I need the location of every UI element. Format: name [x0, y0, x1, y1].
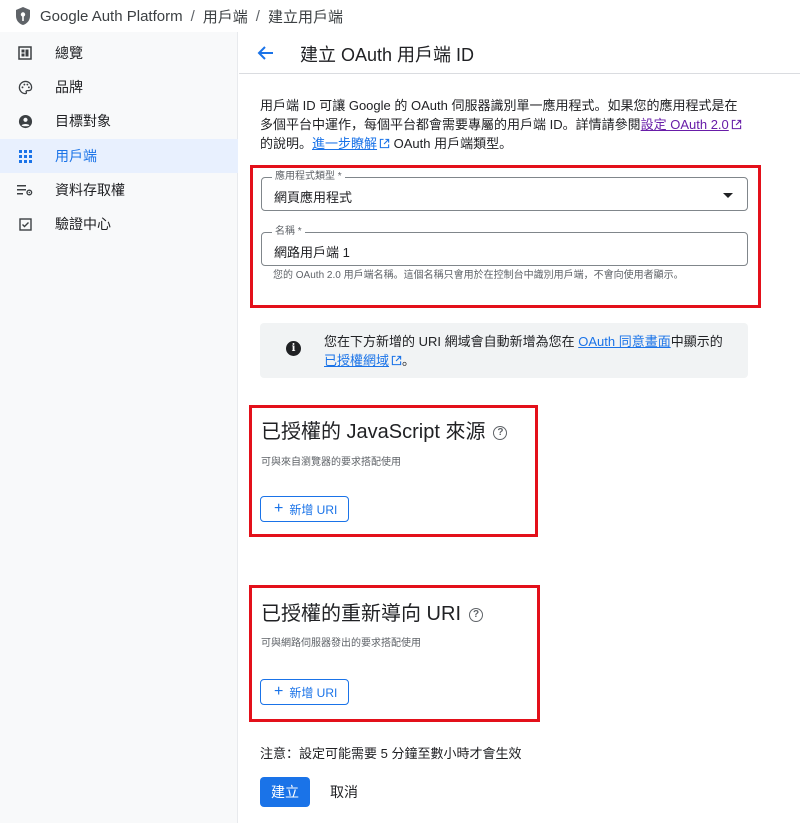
breadcrumb-platform[interactable]: Google Auth Platform: [40, 8, 183, 25]
info-text: 您在下方新增的 URI 網域會自動新增為您在 OAuth 同意畫面中顯示的已授權…: [324, 332, 734, 370]
name-label: 名稱 *: [272, 226, 305, 238]
app-type-label: 應用程式類型 *: [272, 171, 345, 183]
add-redirect-uri-button[interactable]: + 新增 URI: [260, 679, 350, 705]
js-origins-section-title: 已授權的 JavaScript 來源?: [261, 415, 508, 444]
redirect-uris-subtitle: 可與網路伺服器發出的要求搭配使用: [261, 638, 421, 649]
info-banner: i 您在下方新增的 URI 網域會自動新增為您在 OAuth 同意畫面中顯示的已…: [260, 323, 748, 378]
intro-text: 用戶端 ID 可讓 Google 的 OAuth 伺服器識別單一應用程式。如果您…: [260, 96, 750, 153]
add-js-origin-uri-button[interactable]: + 新增 URI: [260, 496, 350, 522]
propagation-note: 注意：設定可能需要 5 分鐘至數小時才會生效: [260, 746, 522, 761]
sidebar-item-data-access[interactable]: 資料存取權: [0, 173, 238, 207]
sidebar: 總覽 品牌 目標對象 用戶端 資料存取權 驗證中心: [0, 32, 238, 823]
name-input[interactable]: 名稱 * 網路用戶端 1: [261, 226, 748, 266]
settings-list-icon: [17, 182, 33, 198]
external-link-icon: [731, 119, 741, 130]
breadcrumb: Google Auth Platform / 用戶端 / 建立用戶端: [0, 0, 800, 32]
breadcrumb-create-client: 建立用戶端: [267, 8, 343, 26]
grid-icon: [17, 148, 33, 164]
js-origins-subtitle: 可與來自瀏覽器的要求搭配使用: [261, 457, 401, 468]
sidebar-item-branding[interactable]: 品牌: [0, 70, 238, 104]
app-type-select[interactable]: 應用程式類型 * 網頁應用程式: [261, 171, 748, 211]
breadcrumb-separator: /: [190, 7, 195, 25]
help-icon[interactable]: ?: [493, 426, 508, 440]
breadcrumb-separator: /: [255, 7, 260, 25]
info-icon: i: [286, 341, 301, 356]
sidebar-item-label: 目標對象: [55, 113, 111, 129]
breadcrumb-clients[interactable]: 用戶端: [203, 6, 248, 27]
js-origins-title: 已授權的 JavaScript 來源: [261, 421, 486, 443]
sidebar-item-label: 用戶端: [55, 148, 97, 164]
dropdown-arrow-icon: [723, 193, 733, 198]
info-text-part: 。: [402, 353, 416, 368]
check-box-icon: [17, 216, 33, 232]
back-arrow-icon[interactable]: [255, 42, 277, 64]
main-content: 建立 OAuth 用戶端 ID 用戶端 ID 可讓 Google 的 OAuth…: [239, 32, 800, 823]
redirect-uris-section-title: 已授權的重新導向 URI?: [261, 597, 483, 626]
info-text-part: 您在下方新增的 URI 網域會自動新增為您在: [324, 334, 579, 349]
palette-icon: [17, 79, 33, 95]
dashboard-icon: [17, 45, 33, 61]
plus-icon: +: [274, 683, 284, 700]
page-title: 建立 OAuth 用戶端 ID: [300, 45, 475, 65]
app-type-value: 網頁應用程式: [274, 190, 353, 205]
plus-icon: +: [274, 500, 284, 517]
external-link-icon: [379, 138, 390, 149]
person-icon: [17, 113, 33, 129]
name-helper-text: 您的 OAuth 2.0 用戶端名稱。這個名稱只會用於在控制台中識別用戶端，不會…: [273, 270, 684, 281]
name-value: 網路用戶端 1: [274, 245, 350, 260]
sidebar-item-audience[interactable]: 目標對象: [0, 104, 238, 138]
cancel-button[interactable]: 取消: [330, 777, 370, 807]
sidebar-item-clients[interactable]: 用戶端: [0, 139, 238, 173]
oauth-consent-screen-link[interactable]: OAuth 同意畫面: [578, 334, 670, 349]
sidebar-item-label: 品牌: [55, 79, 83, 95]
intro-text-part: 的說明。: [260, 136, 313, 151]
help-icon[interactable]: ?: [469, 608, 483, 622]
sidebar-item-label: 資料存取權: [55, 182, 125, 198]
add-uri-label: 新增 URI: [289, 685, 338, 700]
setup-oauth-link[interactable]: 設定 OAuth 2.0: [641, 117, 729, 132]
auth-platform-shield-icon: [14, 6, 32, 26]
sidebar-item-overview[interactable]: 總覽: [0, 36, 238, 70]
add-uri-label: 新增 URI: [289, 502, 338, 517]
info-text-part: 中顯示的: [670, 334, 723, 349]
sidebar-item-verification[interactable]: 驗證中心: [0, 207, 238, 241]
page-header: 建立 OAuth 用戶端 ID: [239, 32, 800, 74]
learn-more-link[interactable]: 進一步瞭解: [312, 136, 377, 151]
sidebar-item-label: 驗證中心: [55, 216, 111, 232]
external-link-icon: [391, 355, 402, 366]
intro-text-part: OAuth 用戶端類型。: [390, 136, 513, 151]
authorized-domains-link[interactable]: 已授權網域: [324, 353, 389, 368]
sidebar-item-label: 總覽: [55, 45, 83, 61]
create-button[interactable]: 建立: [260, 777, 310, 807]
redirect-uris-title: 已授權的重新導向 URI: [261, 603, 461, 625]
